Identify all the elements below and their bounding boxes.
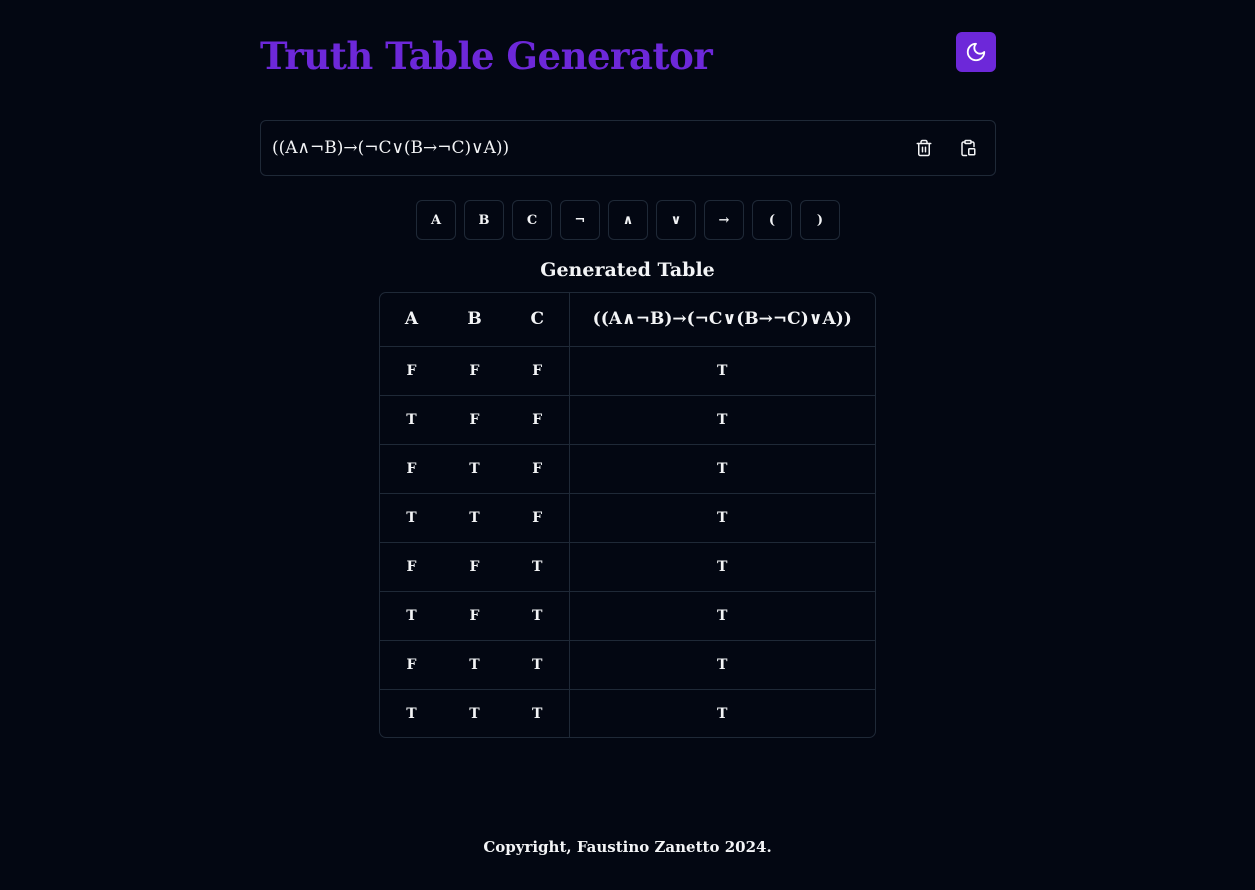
cell-c: T [532, 607, 543, 624]
cell-c: T [532, 558, 543, 575]
cell-c: F [532, 460, 543, 477]
column-header-a: A [404, 309, 419, 330]
table-row: F F F T [380, 346, 875, 395]
key-a[interactable]: A [416, 200, 456, 240]
truth-table-container: A B C ((A∧¬B)→(¬C∨(B→¬C)∨A)) F F F T T F… [379, 292, 876, 738]
table-row: F T F T [380, 444, 875, 493]
copy-button[interactable] [955, 135, 981, 161]
expression-input-box [260, 120, 996, 176]
key-close-paren[interactable]: ) [800, 200, 840, 240]
cell-c: F [532, 362, 543, 379]
header: Truth Table Generator [260, 32, 996, 80]
clear-button[interactable] [911, 135, 937, 161]
column-header-c: C [530, 309, 545, 330]
key-and[interactable]: ∧ [608, 200, 648, 240]
column-header-b: B [467, 309, 482, 330]
table-row: T T F T [380, 493, 875, 542]
cell-a: T [406, 509, 417, 526]
theme-toggle-button[interactable] [956, 32, 996, 72]
cell-b: F [469, 558, 480, 575]
table-row: F T T T [380, 640, 875, 689]
table-header-row: A B C ((A∧¬B)→(¬C∨(B→¬C)∨A)) [380, 293, 875, 346]
column-header-expression: ((A∧¬B)→(¬C∨(B→¬C)∨A)) [568, 293, 875, 346]
cell-a: F [406, 558, 417, 575]
key-open-paren[interactable]: ( [752, 200, 792, 240]
cell-c: T [532, 656, 543, 673]
key-c[interactable]: C [512, 200, 552, 240]
cell-a: T [406, 411, 417, 428]
cell-result: T [568, 346, 875, 395]
trash-icon [916, 139, 932, 157]
cell-a: F [406, 656, 417, 673]
cell-result: T [568, 493, 875, 542]
cell-b: T [469, 656, 480, 673]
cell-a: T [406, 607, 417, 624]
cell-b: T [469, 460, 480, 477]
cell-c: F [532, 411, 543, 428]
key-implies[interactable]: → [704, 200, 744, 240]
table-row: T T T T [380, 689, 875, 737]
cell-b: F [469, 411, 480, 428]
cell-result: T [568, 689, 875, 737]
moon-icon [966, 42, 986, 62]
truth-table: A B C ((A∧¬B)→(¬C∨(B→¬C)∨A)) F F F T T F… [380, 293, 875, 737]
table-row: T F F T [380, 395, 875, 444]
cell-result: T [568, 640, 875, 689]
cell-b: F [469, 607, 480, 624]
clipboard-copy-icon [961, 139, 976, 157]
cell-b: T [469, 509, 480, 526]
cell-result: T [568, 444, 875, 493]
expression-input[interactable] [272, 121, 892, 175]
cell-result: T [568, 542, 875, 591]
key-b[interactable]: B [464, 200, 504, 240]
cell-result: T [568, 591, 875, 640]
cell-b: F [469, 362, 480, 379]
key-or[interactable]: ∨ [656, 200, 696, 240]
cell-c: F [532, 509, 543, 526]
cell-c: T [532, 705, 543, 722]
page-title: Truth Table Generator [260, 34, 713, 78]
cell-b: T [469, 705, 480, 722]
table-title: Generated Table [540, 259, 715, 281]
cell-a: F [406, 460, 417, 477]
operator-keypad: A B C ¬ ∧ ∨ → ( ) [416, 200, 840, 240]
cell-a: F [406, 362, 417, 379]
table-row: F F T T [380, 542, 875, 591]
footer-copyright: Copyright, Faustino Zanetto 2024. [483, 838, 772, 856]
key-not[interactable]: ¬ [560, 200, 600, 240]
cell-a: T [406, 705, 417, 722]
cell-result: T [568, 395, 875, 444]
table-row: T F T T [380, 591, 875, 640]
